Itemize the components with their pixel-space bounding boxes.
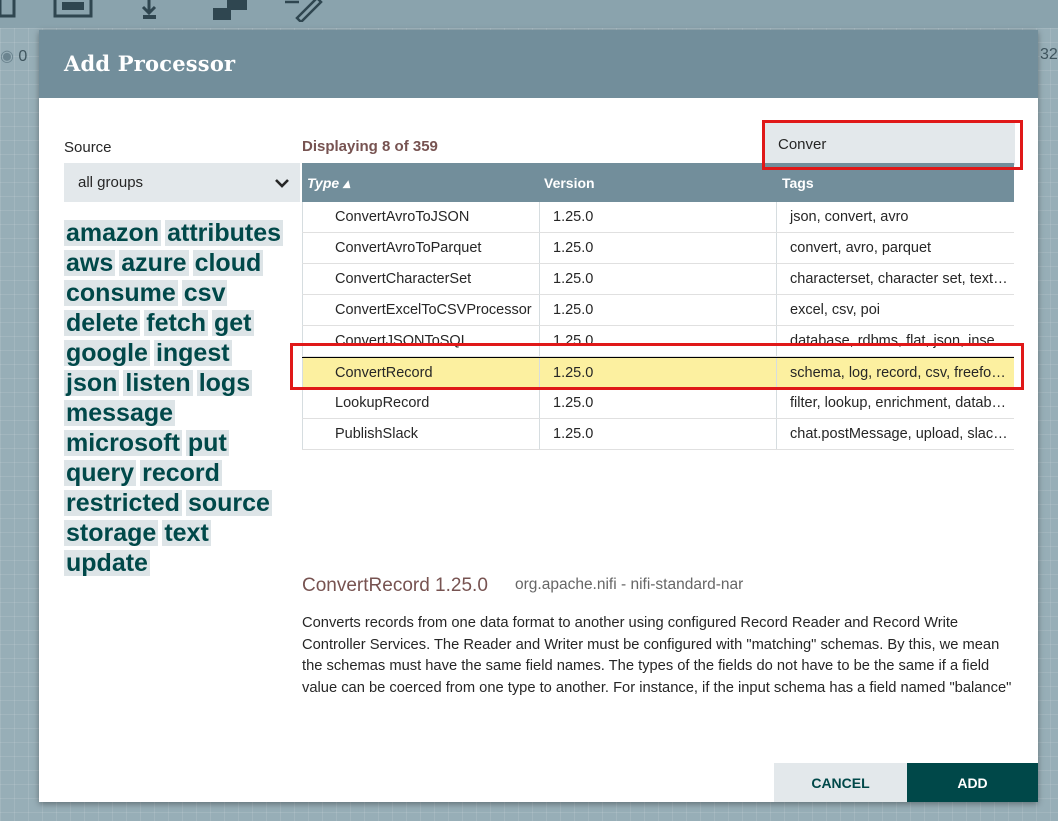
row-border (302, 202, 303, 232)
tag-delete[interactable]: delete (64, 310, 141, 336)
tag-json[interactable]: json (64, 370, 120, 396)
tag-consume[interactable]: consume (64, 280, 178, 306)
tag-fetch[interactable]: fetch (144, 310, 208, 336)
process-group-icon[interactable] (213, 0, 249, 22)
tag-record[interactable]: record (140, 460, 222, 486)
column-header-type[interactable]: Type ▴ (307, 175, 350, 192)
cell-version: 1.25.0 (539, 419, 775, 449)
tag-message[interactable]: message (64, 400, 176, 426)
processor-description: Converts records from one data format to… (302, 615, 1012, 696)
input-port-icon[interactable] (53, 0, 95, 20)
cell-type: ConvertAvroToParquet (335, 240, 482, 256)
add-processor-dialog: Add Processor Source all groups amazon at… (39, 30, 1038, 802)
row-border (302, 326, 303, 356)
background-counter-right: 32 (1040, 46, 1058, 63)
tag-text[interactable]: text (162, 520, 211, 546)
table-row[interactable]: LookupRecord 1.25.0 filter, lookup, enrich… (302, 388, 1014, 419)
tag-aws[interactable]: aws (64, 250, 116, 276)
tag-restricted[interactable]: restricted (64, 490, 182, 516)
cell-type: PublishSlack (335, 426, 419, 442)
tag-microsoft[interactable]: microsoft (64, 430, 182, 456)
source-label: Source (64, 139, 112, 156)
table-row[interactable]: ConvertExcelToCSVProcessor 1.25.0 excel, c… (302, 295, 1014, 326)
tag-source[interactable]: source (185, 490, 272, 516)
tag-attributes[interactable]: attributes (165, 220, 283, 246)
table-row[interactable]: PublishSlack 1.25.0 chat.postMessage, uplo… (302, 419, 1014, 450)
cell-type: ConvertRecord (335, 365, 433, 381)
cell-version: 1.25.0 (539, 358, 775, 387)
cell-tags: database, rdbms, flat, json, insert, upd… (776, 326, 1014, 356)
cell-type: ConvertJSONToSQL (335, 333, 469, 349)
cell-tags: characterset, character set, text, encod… (776, 264, 1014, 294)
output-port-icon[interactable] (140, 0, 160, 22)
source-group-value: all groups (78, 174, 144, 191)
tag-cloud: amazon attributes aws azure cloud consume csv d… (64, 220, 292, 580)
cancel-button[interactable]: CANCEL (774, 763, 907, 802)
column-header-tags[interactable]: Tags (782, 175, 814, 191)
cell-version: 1.25.0 (539, 295, 775, 325)
cell-version: 1.25.0 (539, 264, 775, 294)
tag-query[interactable]: query (64, 460, 137, 486)
table-row[interactable]: ConvertCharacterSet 1.25.0 characterset, c… (302, 264, 1014, 295)
cell-tags: json, convert, avro (776, 202, 1014, 232)
cell-version: 1.25.0 (539, 388, 775, 418)
cell-type: ConvertAvroToJSON (335, 209, 470, 225)
processor-filter-input[interactable] (765, 123, 1015, 165)
cell-type: LookupRecord (335, 395, 430, 411)
table-row[interactable]: ConvertJSONToSQL 1.25.0 database, rdbms, f… (302, 326, 1014, 357)
tag-google[interactable]: google (64, 340, 150, 366)
column-header-version[interactable]: Version (544, 175, 595, 191)
processor-icon[interactable] (0, 0, 18, 20)
tag-amazon[interactable]: amazon (64, 220, 162, 246)
table-row[interactable]: ConvertAvroToParquet 1.25.0 convert, avro,… (302, 233, 1014, 264)
tag-ingest[interactable]: ingest (153, 340, 232, 366)
processor-title: ConvertRecord 1.25.0 (302, 575, 488, 596)
cell-version: 1.25.0 (539, 233, 775, 263)
table-row[interactable]: ConvertRecord 1.25.0 schema, log, record, … (302, 357, 1014, 388)
cell-tags: excel, csv, poi (776, 295, 1014, 325)
cell-type: ConvertCharacterSet (335, 271, 472, 287)
add-button[interactable]: ADD (907, 763, 1038, 802)
source-group-select[interactable]: all groups (64, 163, 300, 202)
tag-azure[interactable]: azure (119, 250, 189, 276)
row-border (302, 388, 303, 418)
tag-csv[interactable]: csv (181, 280, 228, 306)
row-border (302, 233, 303, 263)
cell-version: 1.25.0 (539, 326, 775, 356)
tag-cloud[interactable]: cloud (192, 250, 264, 276)
cell-tags: filter, lookup, enrichment, database (776, 388, 1014, 418)
tag-get[interactable]: get (212, 310, 254, 336)
row-border (302, 295, 303, 325)
tag-update[interactable]: update (64, 550, 150, 576)
background-counter-left: ◉ 0 (0, 48, 28, 65)
table-header: Type ▴ Version Tags (302, 163, 1014, 202)
dialog-title: Add Processor (64, 51, 236, 76)
label-icon[interactable] (283, 0, 323, 22)
tag-storage[interactable]: storage (64, 520, 159, 546)
processor-bundle: org.apache.nifi - nifi-standard-nar (515, 576, 744, 593)
table-body: ConvertAvroToJSON 1.25.0 json, convert, av… (302, 202, 1014, 450)
cell-version: 1.25.0 (539, 202, 775, 232)
cell-tags: chat.postMessage, upload, slack, convers… (776, 419, 1014, 449)
processor-type-table: Type ▴ Version Tags ConvertAvroToJSON 1.2… (302, 163, 1014, 450)
cell-type: ConvertExcelToCSVProcessor (335, 302, 532, 318)
result-count: Displaying 8 of 359 (302, 138, 438, 155)
row-border (302, 358, 303, 387)
tag-logs[interactable]: logs (196, 370, 253, 396)
table-row[interactable]: ConvertAvroToJSON 1.25.0 json, convert, av… (302, 202, 1014, 233)
cell-tags: convert, avro, parquet (776, 233, 1014, 263)
cell-tags: schema, log, record, csv, freeform, json (776, 358, 1014, 387)
chevron-down-icon (274, 176, 290, 194)
dialog-header: Add Processor (39, 30, 1038, 98)
row-border (302, 264, 303, 294)
tag-put[interactable]: put (185, 430, 229, 456)
tag-listen[interactable]: listen (123, 370, 193, 396)
row-border (302, 419, 303, 449)
